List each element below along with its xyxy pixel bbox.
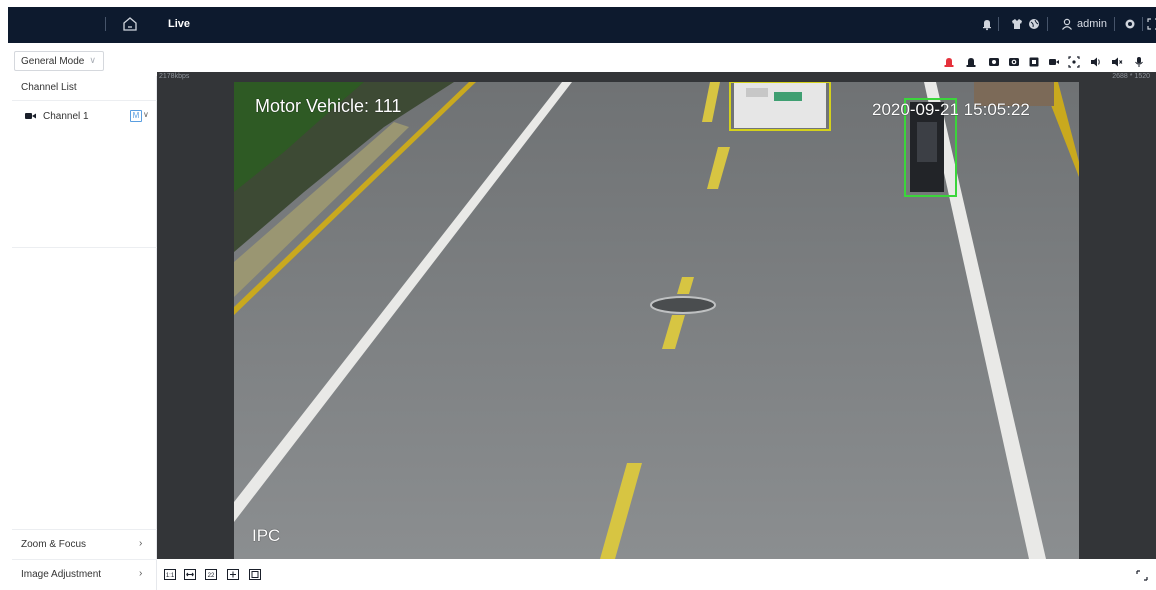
video-bottom-toolbar: 1:1 22 [157,560,1156,590]
zoom-focus-item[interactable]: Zoom & Focus › [12,529,157,557]
channel-list-header: Channel List [21,82,77,93]
stream-badge[interactable]: M [130,110,142,122]
fullscreen-icon[interactable] [1146,17,1156,31]
bitrate-label: 2178kbps [159,73,190,80]
video-panel: 2178kbps 2688 * 1520 Motor Vehicle: 111 … [157,72,1156,559]
user-icon[interactable] [1060,17,1074,31]
divider [105,17,106,31]
settings-icon[interactable] [1123,17,1137,31]
live-tab[interactable]: Live [168,18,190,30]
photo-icon[interactable] [1028,56,1040,68]
divider [1047,17,1048,31]
full-view-icon[interactable] [249,569,261,580]
mode-select-value: General Mode [21,56,85,67]
osd-timestamp: 2020-09-21 15:05:22 [872,100,1030,119]
alarm-red-icon[interactable] [943,56,955,68]
window-mode-icon[interactable] [227,569,239,580]
osd-vehicle-count: Motor Vehicle: 111 [255,96,402,116]
shirt-icon[interactable] [1010,17,1024,31]
live-view-page: Live admin General Mode ∨ Channel List C… [0,0,1156,590]
top-nav-bar: Live admin [8,7,1156,43]
chevron-right-icon: › [139,538,143,549]
video-icon[interactable] [1048,56,1060,68]
original-size-icon[interactable]: 1:1 [164,569,176,580]
channel-name: Channel 1 [43,111,89,122]
divider [12,100,157,101]
chevron-down-icon: ∨ [89,55,96,65]
chevron-right-icon: › [139,568,143,579]
alarm-icon[interactable] [965,56,977,68]
video-feed[interactable]: Motor Vehicle: 111 2020-09-21 15:05:22 I… [234,82,1079,559]
home-icon[interactable] [121,15,139,33]
svg-text:1:1: 1:1 [166,573,175,579]
target-icon[interactable] [1068,56,1080,68]
speaker2-icon[interactable] [1111,56,1123,68]
mic-icon[interactable] [1133,56,1145,68]
image-adjustment-label: Image Adjustment [21,569,102,580]
globe-icon[interactable] [1027,17,1041,31]
svg-text:22: 22 [208,573,215,579]
divider [1114,17,1115,31]
camera-icon [25,113,36,119]
bell-icon[interactable] [980,17,994,31]
record-icon[interactable] [988,56,1000,68]
mode-select[interactable]: General Mode ∨ [14,51,104,71]
chevron-down-icon[interactable]: ∨ [143,110,149,119]
speaker-icon[interactable] [1090,56,1102,68]
split-screen-icon[interactable]: 22 [205,569,217,580]
user-name[interactable]: admin [1077,18,1107,30]
divider [1142,17,1143,31]
snapshot-icon[interactable] [1008,56,1020,68]
road-scene-image [234,82,1079,559]
resolution-label: 2688 * 1520 [1112,73,1150,80]
osd-ipc-label: IPC [252,526,281,545]
channel-item[interactable]: Channel 1 M ∨ [12,108,157,126]
image-adjustment-item[interactable]: Image Adjustment › [12,559,157,587]
divider [998,17,999,31]
zoom-focus-label: Zoom & Focus [21,539,87,550]
fit-width-icon[interactable] [184,569,196,580]
divider [12,247,157,248]
expand-icon[interactable] [1136,570,1148,581]
channel-sidebar: Channel List Channel 1 M ∨ Zoom & Focus … [12,76,157,590]
